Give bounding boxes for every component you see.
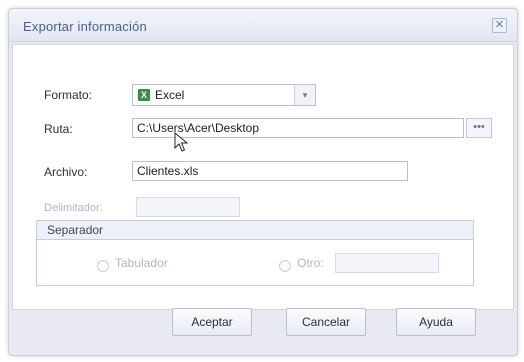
- formato-label: Formato:: [44, 88, 93, 102]
- formato-value: Excel: [155, 88, 185, 102]
- tabulador-label: Tabulador: [115, 256, 168, 270]
- cancelar-button[interactable]: Cancelar: [286, 308, 366, 336]
- archivo-input[interactable]: Clientes.xls: [132, 161, 408, 181]
- formato-select[interactable]: X Excel ▾: [132, 84, 316, 106]
- dialog-title: Exportar información: [23, 19, 147, 34]
- mouse-cursor-icon: [174, 132, 188, 152]
- aceptar-button[interactable]: Aceptar: [172, 308, 252, 336]
- separador-title: Separador: [36, 220, 474, 240]
- otro-radio[interactable]: [279, 260, 291, 272]
- separador-group: Separador Tabulador Otro:: [36, 220, 474, 286]
- browse-button[interactable]: •••: [466, 118, 492, 138]
- delimitador-label: Delimitador:: [44, 202, 103, 214]
- archivo-label: Archivo:: [44, 165, 88, 179]
- otro-label: Otro:: [297, 256, 324, 270]
- title-bar[interactable]: Exportar información ✕: [9, 9, 517, 42]
- tabulador-radio[interactable]: [97, 260, 109, 272]
- delimitador-input[interactable]: [136, 197, 240, 217]
- otro-input[interactable]: [335, 253, 439, 273]
- chevron-down-icon[interactable]: ▾: [294, 85, 315, 105]
- ayuda-button[interactable]: Ayuda: [396, 308, 476, 336]
- close-icon[interactable]: ✕: [492, 18, 507, 33]
- excel-icon: X: [138, 89, 150, 101]
- ruta-label: Ruta:: [44, 122, 73, 136]
